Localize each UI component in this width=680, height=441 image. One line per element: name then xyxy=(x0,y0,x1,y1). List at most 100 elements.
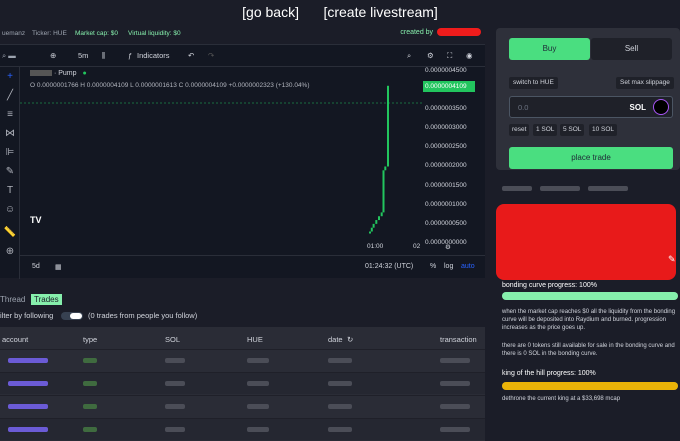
fib-icon[interactable]: ≡ xyxy=(0,105,20,124)
price-candle xyxy=(372,223,375,228)
y-tick: 0.0000002500 xyxy=(425,143,467,151)
virtual-liquidity-label: Virtual liquidity: $0 xyxy=(128,30,181,37)
y-tick: 0.0000002000 xyxy=(425,162,467,170)
table-cell xyxy=(440,381,470,386)
bonding-curve-fill xyxy=(502,292,678,300)
redo-icon[interactable]: ↷ xyxy=(208,51,214,60)
koth-desc: dethrone the current king at a $33,698 m… xyxy=(502,396,621,402)
y-axis[interactable]: 0.0000004500 0.0000004109 0.0000003500 0.00… xyxy=(422,66,485,246)
interval-button[interactable]: 5m xyxy=(78,51,88,60)
add-symbol-icon[interactable]: ⊕ xyxy=(50,51,56,60)
table-cell xyxy=(83,427,97,432)
price-plot[interactable] xyxy=(20,67,422,243)
y-tick: 0.0000003000 xyxy=(425,124,467,132)
y-tick: 0.0000004500 xyxy=(425,66,467,74)
table-cell xyxy=(328,427,352,432)
trendline-icon[interactable]: ╱ xyxy=(0,86,20,105)
amount-input[interactable]: 0.0 SOL xyxy=(509,96,673,118)
slippage-button[interactable]: Set max slippage xyxy=(616,77,674,89)
edit-icon[interactable]: ✎ xyxy=(668,254,676,265)
table-cell xyxy=(8,358,48,363)
place-trade-button[interactable]: place trade xyxy=(509,147,673,169)
go-back-link[interactable]: [go back] xyxy=(242,4,299,20)
tab-thread[interactable]: Thread xyxy=(0,295,25,304)
table-row[interactable] xyxy=(0,349,485,371)
text-icon[interactable]: T xyxy=(0,181,20,200)
table-row[interactable] xyxy=(0,418,485,440)
amount-unit: SOL xyxy=(629,103,646,112)
auto-toggle[interactable]: auto xyxy=(461,263,475,270)
refresh-icon[interactable]: ↻ xyxy=(347,335,353,344)
quick-1-sol-button[interactable]: 1 SOL xyxy=(533,124,558,136)
price-candle xyxy=(382,170,385,213)
candle-style-icon[interactable]: ⫼ xyxy=(102,51,105,61)
ruler-icon[interactable]: 📏 xyxy=(0,223,20,242)
clock-readout[interactable]: 01:24:32 (UTC) xyxy=(365,263,413,270)
camera-icon[interactable]: ◉ xyxy=(466,51,473,60)
social-link[interactable] xyxy=(540,186,580,191)
calendar-icon[interactable]: ▦ xyxy=(55,263,62,271)
percent-toggle[interactable]: % xyxy=(430,263,436,270)
pattern-icon[interactable]: ⋈ xyxy=(0,124,20,143)
table-cell xyxy=(328,381,352,386)
create-livestream-link[interactable]: [create livestream] xyxy=(323,4,437,20)
table-cell xyxy=(83,358,97,363)
search-icon[interactable]: ⌕ xyxy=(407,51,411,61)
y-tick: 0.0000004109 xyxy=(423,80,475,92)
symbol-search-icon[interactable]: ⌕ ▬ xyxy=(2,51,16,61)
tradingview-logo[interactable]: TV xyxy=(30,215,48,227)
range-button[interactable]: 5d xyxy=(32,263,40,270)
buy-button[interactable]: Buy xyxy=(509,38,590,60)
tab-trades[interactable]: Trades xyxy=(31,294,62,305)
x-axis: 01:00 02 ⚙ xyxy=(20,243,485,255)
social-link[interactable] xyxy=(502,186,532,191)
settings-icon[interactable]: ⚙ xyxy=(427,51,434,60)
undo-icon[interactable]: ↶ xyxy=(188,51,194,60)
table-header: account type SOL HUE date ↻ transaction xyxy=(0,327,485,349)
prediction-icon[interactable]: ⊫ xyxy=(0,143,20,162)
table-cell xyxy=(440,404,470,409)
price-candle xyxy=(375,220,378,224)
token-info-redaction xyxy=(496,204,676,280)
brush-icon[interactable]: ✎ xyxy=(0,162,20,181)
chart-toolbar: ⌕ ▬ ⊕ 5m ⫼ ƒ Indicators ↶ ↷ ⌕ ⚙ ⛶ ◉ xyxy=(0,45,485,67)
quick-5-sol-button[interactable]: 5 SOL xyxy=(560,124,585,136)
bonding-curve-label: bonding curve progress: 100% xyxy=(502,282,597,289)
emoji-icon[interactable]: ☺ xyxy=(0,200,20,219)
top-nav: [go back] [create livestream] xyxy=(0,0,680,28)
switch-token-button[interactable]: switch to HUE xyxy=(509,77,558,89)
col-type: type xyxy=(83,335,98,344)
axis-settings-icon[interactable]: ⚙ xyxy=(445,243,451,251)
indicators-button[interactable]: Indicators xyxy=(137,51,170,60)
col-account: account xyxy=(2,335,29,344)
live-dot-icon: ● xyxy=(82,70,87,77)
koth-fill xyxy=(502,382,678,390)
sell-button[interactable]: Sell xyxy=(591,38,672,60)
koth-track xyxy=(502,382,678,390)
price-candle xyxy=(384,166,387,171)
drawing-tools: + ╱ ≡ ⋈ ⊫ ✎ T ☺ 📏 ⊕ xyxy=(0,67,20,279)
col-transaction: transaction xyxy=(440,335,477,344)
created-by-label: created by xyxy=(400,28,434,36)
creator-redaction[interactable] xyxy=(437,28,481,36)
table-row[interactable] xyxy=(0,395,485,417)
zoom-icon[interactable]: ⊕ xyxy=(0,242,20,261)
price-candle xyxy=(370,227,373,232)
bonding-curve-desc: when the market cap reaches $0 all the l… xyxy=(502,309,676,331)
social-link[interactable] xyxy=(588,186,628,191)
fullscreen-icon[interactable]: ⛶ xyxy=(447,51,452,61)
table-row[interactable] xyxy=(0,372,485,394)
table-cell xyxy=(440,358,470,363)
koth-label: king of the hill progress: 100% xyxy=(502,370,596,377)
quick-reset-button[interactable]: reset xyxy=(509,124,530,136)
bonding-curve-track xyxy=(502,292,678,300)
follow-filter-toggle[interactable] xyxy=(61,312,83,320)
crosshair-icon[interactable]: + xyxy=(0,67,20,86)
indicators-icon[interactable]: ƒ xyxy=(128,51,132,60)
log-toggle[interactable]: log xyxy=(444,263,453,270)
right-column: Buy Sell switch to HUE Set max slippage … xyxy=(496,28,680,413)
x-tick: 02 xyxy=(413,243,421,250)
quick-10-sol-button[interactable]: 10 SOL xyxy=(589,124,618,136)
table-cell xyxy=(440,427,470,432)
y-tick: 0.0000000500 xyxy=(425,219,467,227)
